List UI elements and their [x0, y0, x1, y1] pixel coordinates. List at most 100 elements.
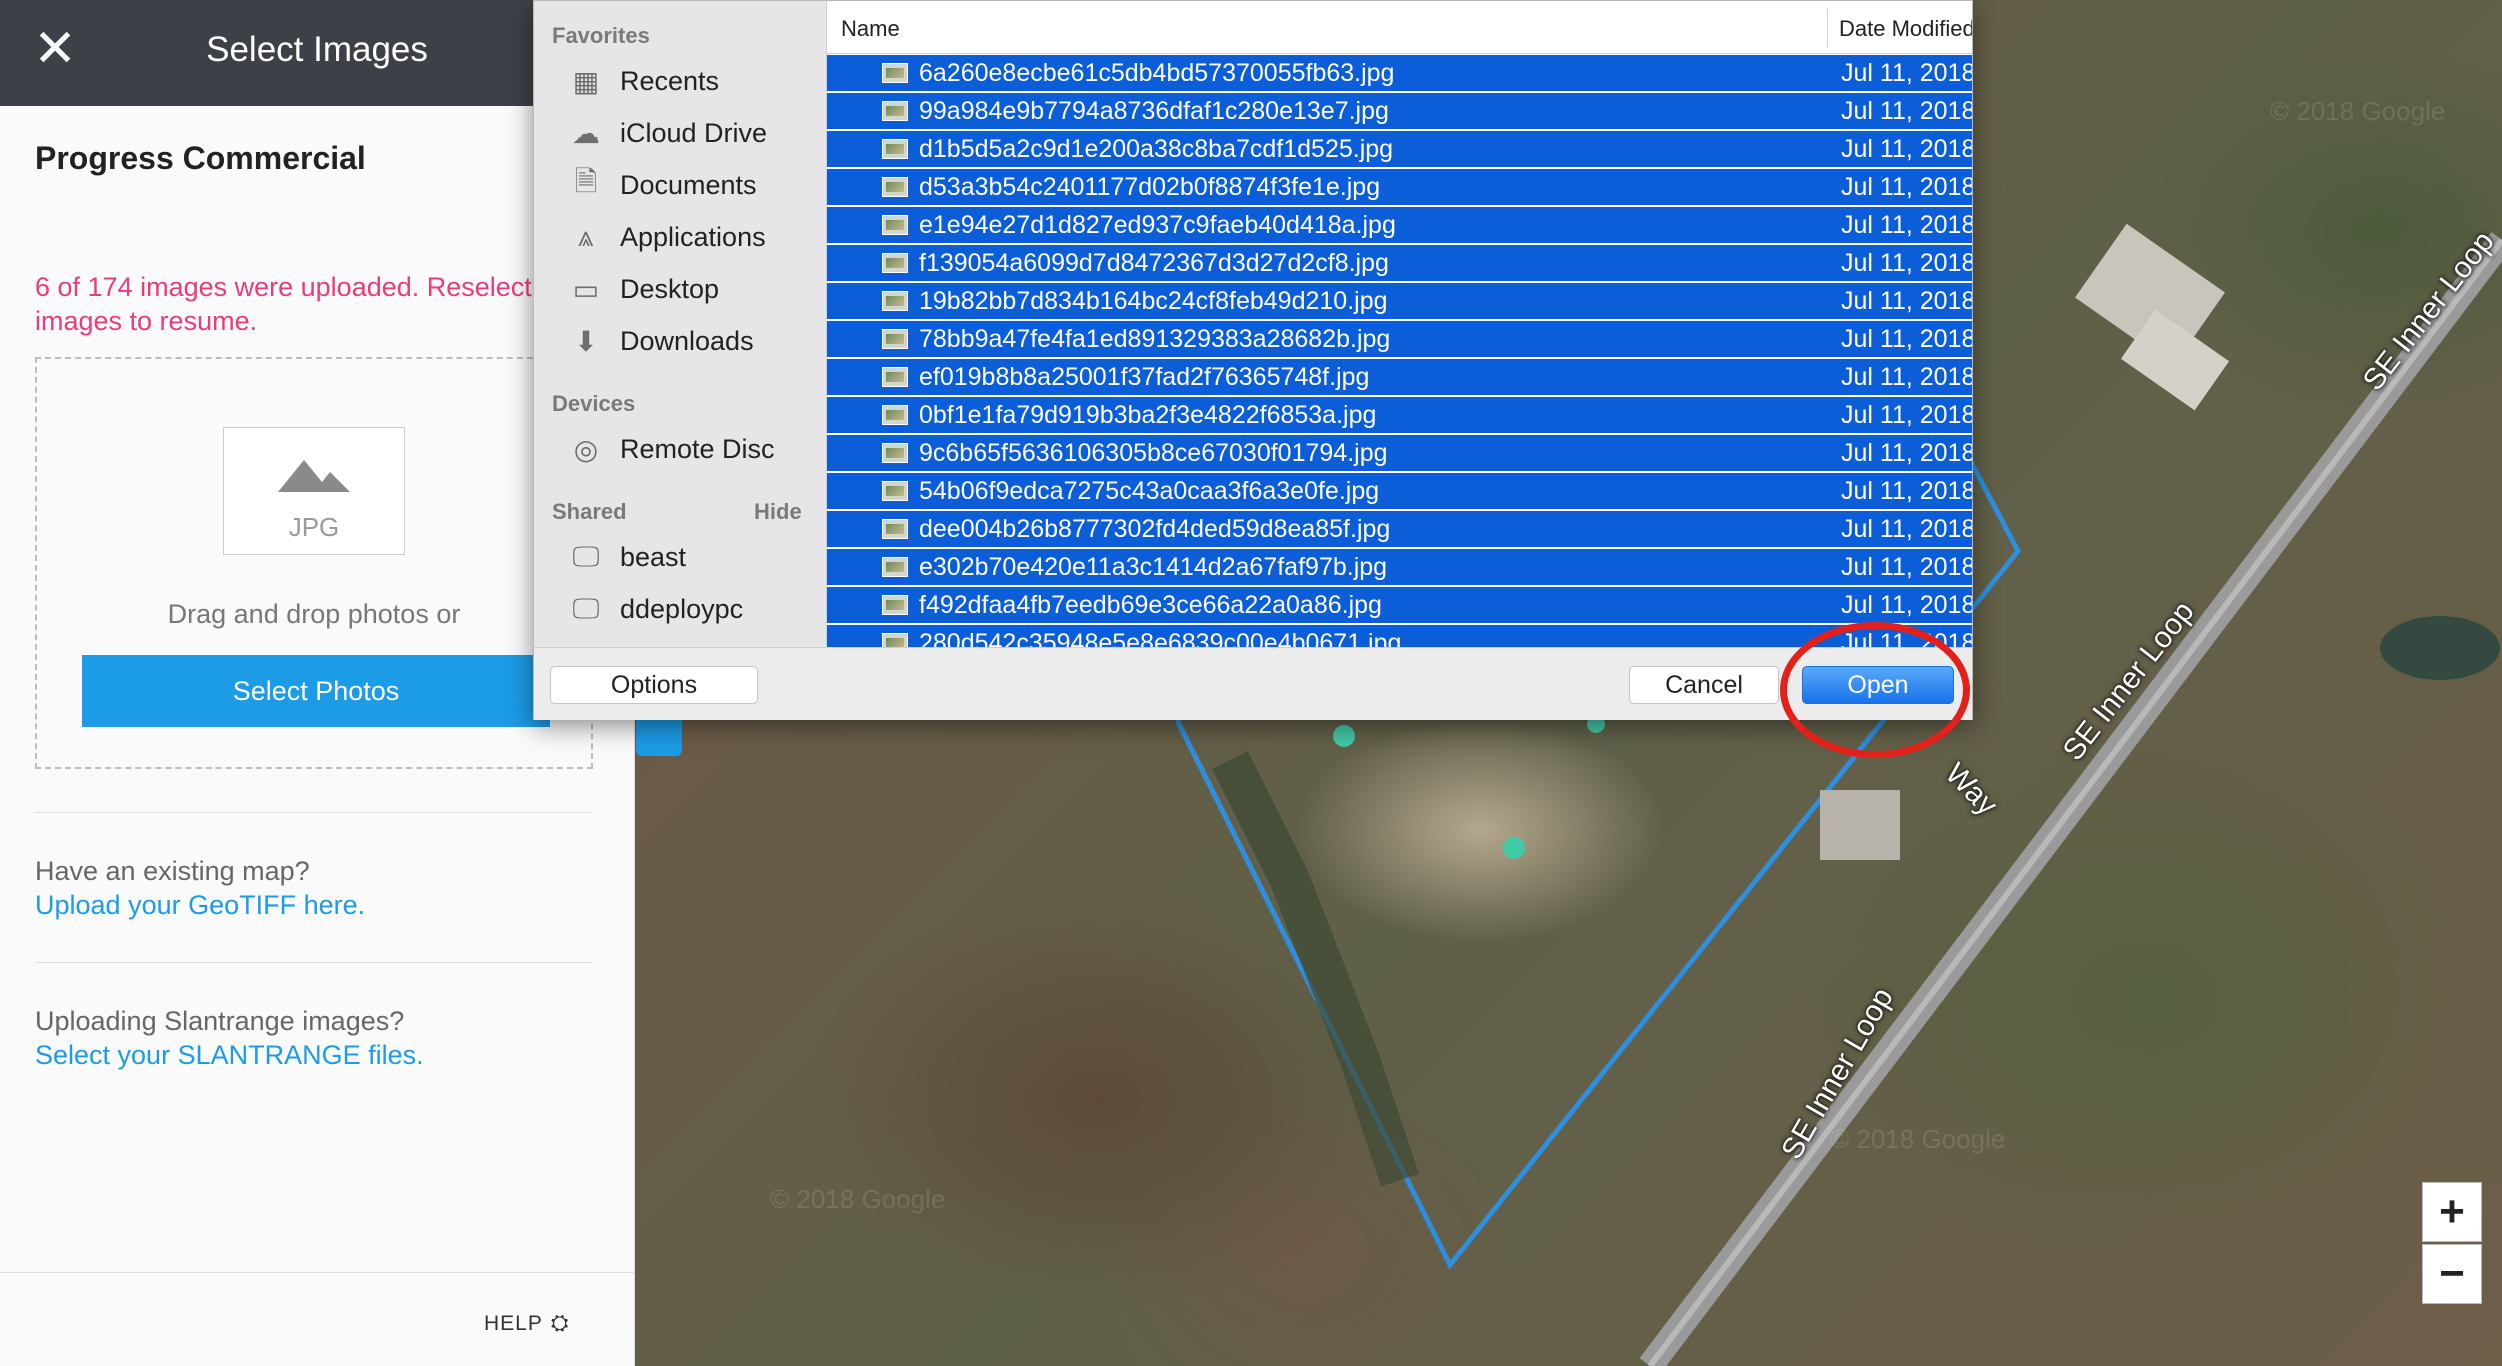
shared-hide-link[interactable]: Hide [754, 499, 802, 525]
sidebar-item-beast[interactable]: 🖵 beast [566, 537, 687, 577]
image-file-icon [882, 215, 908, 235]
sidebar-item-desktop[interactable]: ▭ Desktop [566, 269, 719, 309]
sidebar-item-documents[interactable]: 🗎 Documents [566, 165, 757, 205]
file-row[interactable]: 9c6b65f5636106305b8ce67030f01794.jpg Jul … [827, 435, 1972, 471]
select-slantrange-link[interactable]: Select your SLANTRANGE files. [35, 1040, 424, 1071]
file-name: d53a3b54c2401177d02b0f8874f3fe1e.jpg [919, 173, 1381, 201]
image-marker[interactable] [1503, 837, 1525, 859]
tree-line [1212, 751, 1419, 1187]
file-row[interactable]: e1e94e27d1d827ed937c9faeb40d418a.jpg Jul … [827, 207, 1972, 243]
computer-icon: 🖵 [572, 592, 600, 624]
sidebar-item-icloud[interactable]: ☁ iCloud Drive [566, 113, 767, 153]
file-date: Jul 11, 2018 [1841, 325, 1972, 353]
image-marker[interactable] [1333, 725, 1355, 747]
file-date: Jul 11, 2018 [1841, 135, 1972, 163]
cancel-button[interactable]: Cancel [1629, 666, 1779, 704]
image-file-icon [882, 101, 908, 121]
file-date: Jul 11, 2018 [1841, 97, 1972, 125]
image-file-icon [882, 177, 908, 197]
file-row[interactable]: e302b70e420e11a3c1414d2a67faf97b.jpg Jul … [827, 549, 1972, 585]
upload-geotiff-link[interactable]: Upload your GeoTIFF here. [35, 890, 365, 921]
cloud-icon: ☁ [572, 117, 600, 149]
photo-dropzone[interactable]: JPG Drag and drop photos or Select Photo… [35, 357, 593, 769]
jpg-label: JPG [288, 512, 340, 542]
file-row[interactable]: 54b06f9edca7275c43a0caa3f6a3e0fe.jpg Jul … [827, 473, 1972, 509]
image-file-icon [882, 405, 908, 425]
image-file-icon [882, 291, 908, 311]
building [1820, 790, 1900, 860]
upload-warning: 6 of 174 images were uploaded. Reselect … [35, 272, 532, 336]
sidebar-item-recents[interactable]: ▦ Recents [566, 61, 719, 101]
sidebar-item-label: Recents [620, 65, 720, 96]
downloads-icon: ⬇ [574, 325, 598, 357]
divider [35, 812, 593, 813]
devices-header: Devices [552, 391, 636, 416]
file-name: 19b82bb7d834b164bc24cf8feb49d210.jpg [919, 287, 1388, 315]
documents-icon: 🗎 [574, 166, 598, 197]
file-date: Jul 11, 2018 [1841, 515, 1972, 543]
help-label: HELP [484, 1312, 543, 1335]
file-row[interactable]: 19b82bb7d834b164bc24cf8feb49d210.jpg Jul … [827, 283, 1972, 319]
sidebar-item-downloads[interactable]: ⬇ Downloads [566, 321, 753, 361]
shared-header: Shared [552, 499, 627, 524]
file-name: 54b06f9edca7275c43a0caa3f6a3e0fe.jpg [919, 477, 1380, 505]
file-row[interactable]: d1b5d5a2c9d1e200a38c8ba7cdf1d525.jpg Jul … [827, 131, 1972, 167]
sidebar-item-remote-disc[interactable]: ◎ Remote Disc [566, 429, 775, 469]
image-file-icon [882, 481, 908, 501]
file-date: Jul 11, 2018 [1841, 59, 1972, 87]
image-file-icon [882, 519, 908, 539]
file-row[interactable]: f492dfaa4fb7eedb69e3ce66a22a0a86.jpg Jul … [827, 587, 1972, 623]
map-watermark: © 2018 Google [2270, 96, 2446, 126]
map-watermark: © 2018 Google [1830, 1124, 2006, 1154]
sidebar-item-applications[interactable]: ⩓ Applications [566, 217, 766, 257]
disc-icon: ◎ [573, 433, 599, 465]
file-date: Jul 11, 2018 [1841, 553, 1972, 581]
zoom-in-button[interactable]: + [2422, 1182, 2482, 1242]
file-name: e1e94e27d1d827ed937c9faeb40d418a.jpg [919, 211, 1396, 239]
map-control-button[interactable] [636, 718, 682, 756]
file-row[interactable]: 280d542c35948e5e8e6839c00e4b0671.jpg Jul … [827, 625, 1972, 647]
file-row[interactable]: 99a984e9b7794a8736dfaf1c280e13e7.jpg Jul … [827, 93, 1972, 129]
file-row[interactable]: f139054a6099d7d8472367d3d27d2cf8.jpg Jul … [827, 245, 1972, 281]
file-name: f139054a6099d7d8472367d3d27d2cf8.jpg [919, 249, 1389, 277]
file-row[interactable]: d53a3b54c2401177d02b0f8874f3fe1e.jpg Jul … [827, 169, 1972, 205]
file-date: Jul 11, 2018 [1841, 439, 1972, 467]
image-file-icon [882, 329, 908, 349]
file-row[interactable]: 0bf1e1fa79d919b3ba2f3e4822f6853a.jpg Jul … [827, 397, 1972, 433]
image-file-icon [882, 63, 908, 83]
sidebar-item-label: Documents [620, 169, 757, 200]
zoom-out-button[interactable]: − [2422, 1244, 2482, 1304]
file-row[interactable]: dee004b26b8777302fd4ded59d8ea85f.jpg Jul … [827, 511, 1972, 547]
drag-drop-text: Drag and drop photos or [167, 599, 461, 629]
footer-divider [0, 1272, 634, 1273]
sidebar-item-label: Desktop [620, 273, 720, 304]
lifebuoy-icon: ⛭ [550, 1310, 570, 1335]
map-watermark: © 2018 Google [770, 1184, 946, 1214]
open-button-highlight [1780, 622, 1970, 758]
file-date: Jul 11, 2018 [1841, 401, 1972, 429]
file-name: 99a984e9b7794a8736dfaf1c280e13e7.jpg [919, 97, 1389, 125]
favorites-header: Favorites [552, 23, 650, 48]
help-link[interactable]: HELP ⛭ [484, 1310, 569, 1336]
file-row[interactable]: 78bb9a47fe4fa1ed891329383a28682b.jpg Jul … [827, 321, 1972, 357]
file-date: Jul 11, 2018 [1841, 363, 1972, 391]
file-list[interactable]: Name Date Modified 6a260e8ecbe61c5db4bd5… [827, 1, 1972, 647]
file-row[interactable]: 6a260e8ecbe61c5db4bd57370055fb63.jpg Jul … [827, 55, 1972, 91]
desktop-icon: ▭ [572, 273, 600, 305]
file-name: 280d542c35948e5e8e6839c00e4b0671.jpg [919, 629, 1402, 647]
options-button[interactable]: Options [550, 666, 758, 704]
mountain-icon [278, 460, 350, 492]
column-header-date[interactable]: Date Modified [1839, 16, 1972, 42]
sidebar-item-label: Applications [620, 221, 766, 252]
file-name: 6a260e8ecbe61c5db4bd57370055fb63.jpg [919, 59, 1395, 87]
sidebar-item-label: ddeploypc [620, 593, 744, 624]
column-header-name[interactable]: Name [841, 16, 900, 42]
sidebar-item-ddeploypc[interactable]: 🖵 ddeploypc [566, 589, 744, 629]
image-file-icon [882, 595, 908, 615]
file-name: e302b70e420e11a3c1414d2a67faf97b.jpg [919, 553, 1388, 581]
sidebar-item-label: Remote Disc [620, 433, 775, 464]
file-date: Jul 11, 2018 [1841, 477, 1972, 505]
select-photos-button[interactable]: Select Photos [82, 655, 550, 727]
file-name: ef019b8b8a25001f37fad2f76365748f.jpg [919, 363, 1370, 391]
file-row[interactable]: ef019b8b8a25001f37fad2f76365748f.jpg Jul … [827, 359, 1972, 395]
